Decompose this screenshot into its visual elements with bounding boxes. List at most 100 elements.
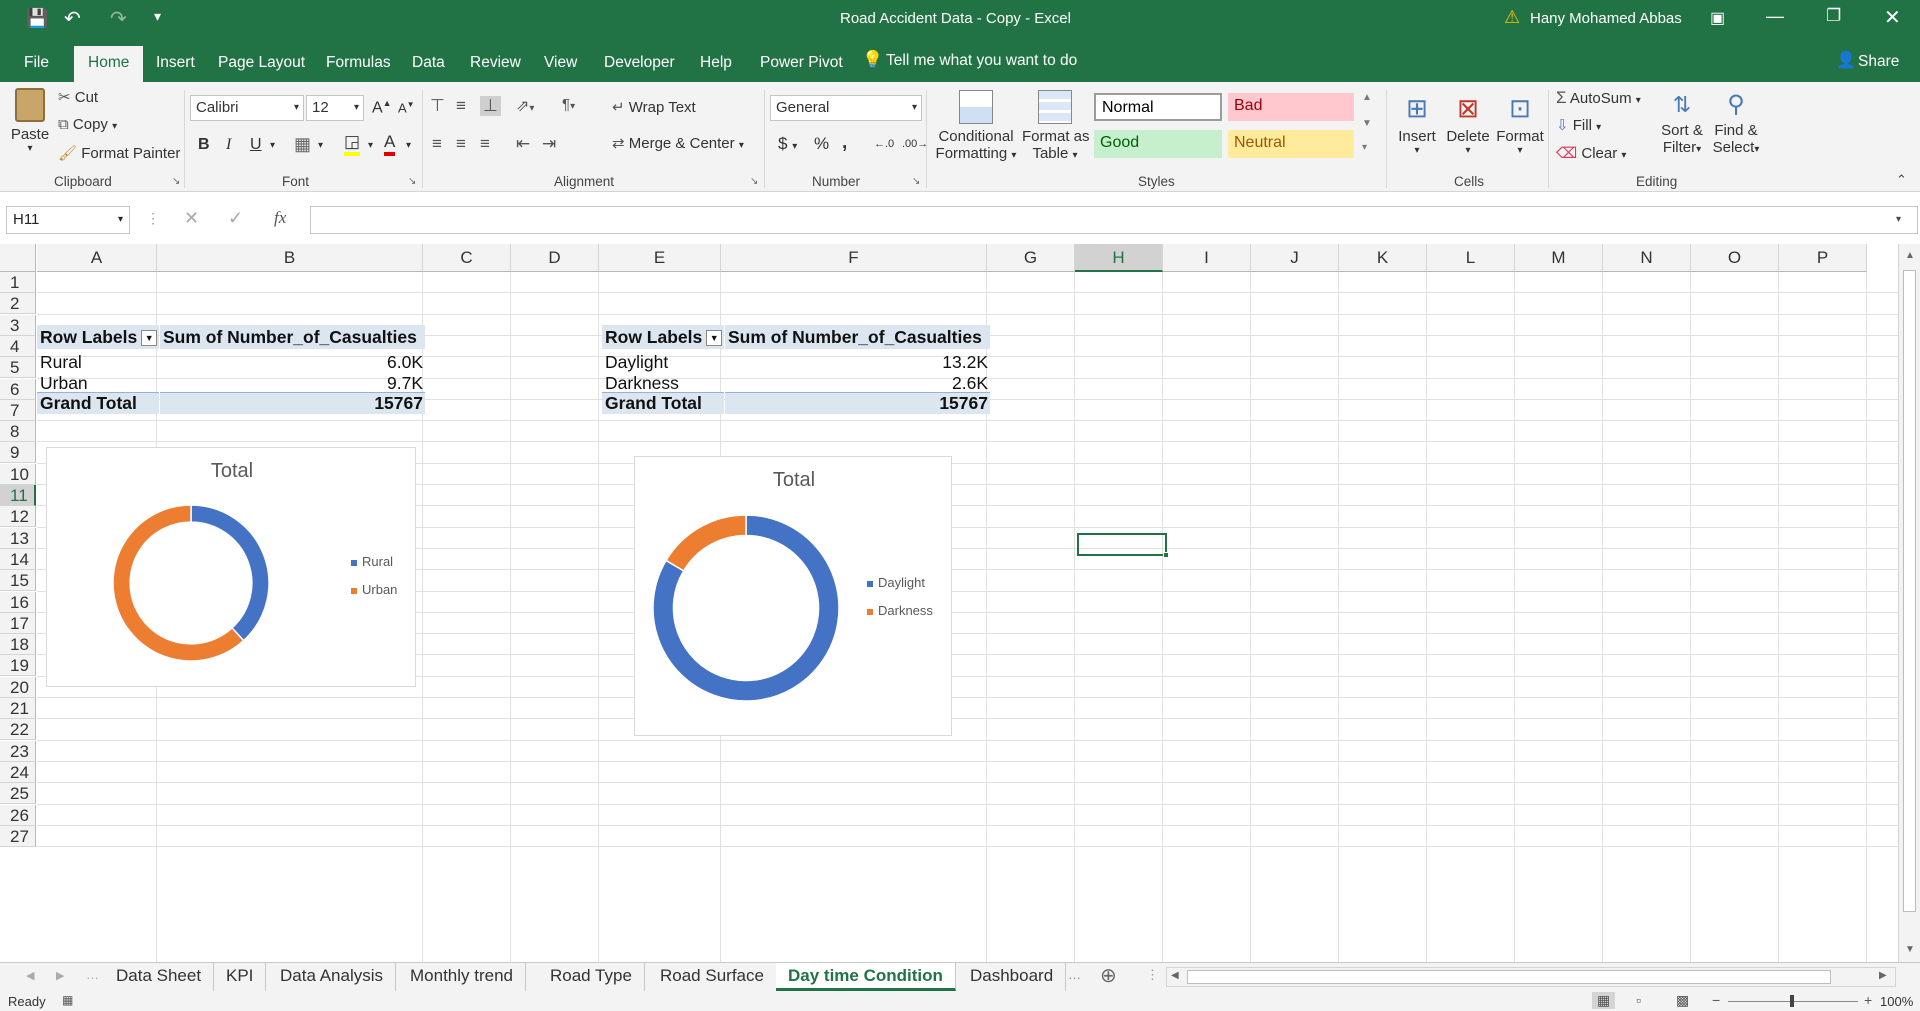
donut-slice-rural[interactable] — [190, 504, 270, 642]
column-header-f[interactable]: F — [721, 244, 987, 272]
column-header-m[interactable]: M — [1515, 244, 1603, 272]
active-cell-h11[interactable] — [1077, 533, 1167, 556]
decrease-decimal-icon[interactable]: .00→ — [902, 138, 928, 150]
row-header-27[interactable]: 27 — [0, 826, 36, 848]
column-header-n[interactable]: N — [1603, 244, 1691, 272]
sheet-tab-road-surface[interactable]: Road Surface — [648, 963, 777, 991]
align-bottom-icon[interactable]: ⊥ — [480, 96, 501, 116]
zoom-out-icon[interactable]: − — [1712, 992, 1720, 1008]
tell-me-search[interactable]: Tell me what you want to do — [886, 52, 1077, 70]
scroll-thumb[interactable] — [1903, 270, 1916, 912]
vertical-scrollbar[interactable]: ▲ ▼ — [1898, 244, 1920, 966]
format-cells-button[interactable]: ⊡ Format ▾ — [1494, 90, 1546, 156]
restore-icon[interactable]: ❐ — [1826, 6, 1841, 26]
font-size-dropdown[interactable]: 12 ▾ — [306, 95, 364, 121]
pivot1-grand-total-label[interactable]: Grand Total — [37, 392, 159, 414]
autosum-button[interactable]: Σ AutoSum ▾ — [1556, 88, 1641, 108]
fill-handle[interactable] — [1163, 552, 1169, 558]
italic-button[interactable]: I — [226, 136, 231, 154]
paragraph-icon[interactable]: ¶▾ — [562, 96, 575, 113]
row-header-7[interactable]: 7 — [0, 400, 36, 422]
column-header-g[interactable]: G — [987, 244, 1075, 272]
row-header-2[interactable]: 2 — [0, 293, 36, 315]
tab-review[interactable]: Review — [462, 46, 529, 82]
row-header-15[interactable]: 15 — [0, 570, 36, 592]
row-header-5[interactable]: 5 — [0, 357, 36, 379]
align-right-icon[interactable]: ≡ — [480, 134, 490, 154]
align-top-icon[interactable]: ⊤ — [430, 96, 445, 116]
underline-dropdown-icon[interactable]: ▾ — [270, 140, 275, 151]
row-header-14[interactable]: 14 — [0, 549, 36, 571]
merge-center-button[interactable]: ⇄ Merge & Center ▾ — [612, 134, 744, 152]
column-header-e[interactable]: E — [599, 244, 721, 272]
tab-formulas[interactable]: Formulas — [318, 46, 399, 82]
font-color-icon[interactable]: A — [384, 132, 396, 156]
tab-view[interactable]: View — [536, 46, 585, 82]
close-icon[interactable]: ✕ — [1884, 5, 1901, 30]
select-all-corner[interactable] — [0, 244, 36, 272]
pivot1-value-header[interactable]: Sum of Number_of_Casualties — [160, 325, 425, 349]
fill-button[interactable]: ⇩ Fill ▾ — [1556, 116, 1601, 134]
styles-scroll-down-icon[interactable]: ▼ — [1362, 118, 1372, 129]
scroll-left-icon[interactable]: ◀ — [1171, 970, 1179, 981]
percent-button[interactable]: % — [814, 134, 829, 154]
row-header-3[interactable]: 3 — [0, 315, 36, 337]
chart-2[interactable]: Total Daylight Darkness — [634, 456, 952, 736]
share-button[interactable]: Share — [1858, 53, 1899, 71]
row-header-17[interactable]: 17 — [0, 613, 36, 635]
column-header-i[interactable]: I — [1163, 244, 1251, 272]
row-header-26[interactable]: 26 — [0, 805, 36, 827]
currency-button[interactable]: $ ▾ — [778, 134, 797, 154]
ribbon-display-icon[interactable]: ▣ — [1710, 8, 1725, 28]
pivot1-row-labels-header[interactable]: Row Labels ▼ — [37, 325, 159, 349]
row-header-23[interactable]: 23 — [0, 741, 36, 763]
cut-button[interactable]: ✂ Cut — [58, 88, 98, 106]
style-normal[interactable]: Normal — [1094, 93, 1222, 121]
fill-color-dropdown-icon[interactable]: ▾ — [368, 140, 373, 151]
formula-input[interactable] — [310, 206, 1918, 234]
row-header-19[interactable]: 19 — [0, 655, 36, 677]
fill-color-icon[interactable]: ◲ — [344, 132, 361, 156]
tab-developer[interactable]: Developer — [596, 46, 683, 82]
orientation-icon[interactable]: ⇗▾ — [516, 96, 534, 116]
new-sheet-icon[interactable]: ⊕ — [1100, 963, 1117, 988]
zoom-level[interactable]: 100% — [1880, 994, 1913, 1009]
expand-formula-bar-icon[interactable]: ▾ — [1896, 214, 1901, 225]
redo-icon[interactable]: ↷ — [110, 6, 127, 31]
dialog-launcher-icon[interactable]: ↘ — [172, 176, 180, 187]
page-layout-view-icon[interactable]: ▫ — [1636, 992, 1641, 1008]
delete-cells-button[interactable]: ⊠ Delete ▾ — [1442, 90, 1494, 156]
column-header-c[interactable]: C — [423, 244, 511, 272]
dialog-launcher-icon[interactable]: ↘ — [912, 176, 920, 187]
align-left-icon[interactable]: ≡ — [432, 134, 442, 154]
underline-button[interactable]: U — [250, 136, 262, 154]
sheet-tab-data-sheet[interactable]: Data Sheet — [104, 963, 215, 991]
filter-dropdown-icon[interactable]: ▼ — [141, 330, 158, 347]
insert-cells-button[interactable]: ⊞ Insert ▾ — [1392, 90, 1442, 156]
column-header-o[interactable]: O — [1691, 244, 1779, 272]
save-icon[interactable]: 💾 — [26, 8, 48, 29]
sheet-tab-monthly-trend[interactable]: Monthly trend — [398, 963, 526, 991]
scroll-right-icon[interactable]: ▶ — [1879, 970, 1887, 981]
format-painter-button[interactable]: 🖌 Format Painter — [58, 144, 180, 162]
tab-help[interactable]: Help — [692, 46, 740, 82]
normal-view-icon[interactable]: ▦ — [1592, 992, 1616, 1009]
pivot2-value-header[interactable]: Sum of Number_of_Casualties — [725, 325, 990, 349]
tab-home[interactable]: Home — [74, 46, 144, 82]
enter-entry-icon[interactable]: ✓ — [228, 208, 243, 229]
customize-qat-icon[interactable]: ▾ — [154, 8, 161, 25]
sheet-tab-day-time-condition[interactable]: Day time Condition — [776, 963, 956, 991]
borders-dropdown-icon[interactable]: ▾ — [318, 140, 323, 151]
minimize-icon[interactable]: — — [1766, 6, 1784, 27]
row-header-18[interactable]: 18 — [0, 634, 36, 656]
row-header-4[interactable]: 4 — [0, 336, 36, 358]
sheet-scroll-left-icon[interactable]: ◀ — [26, 969, 34, 982]
styles-more-icon[interactable]: ▾ — [1362, 142, 1367, 153]
styles-scroll-up-icon[interactable]: ▲ — [1362, 92, 1372, 103]
find-select-button[interactable]: ⚲ Find & Select▾ — [1710, 88, 1762, 156]
column-header-p[interactable]: P — [1779, 244, 1867, 272]
tab-file[interactable]: File — [16, 46, 57, 82]
tab-data[interactable]: Data — [404, 46, 453, 82]
pivot1-grand-total-value[interactable]: 15767 — [160, 392, 425, 414]
row-header-16[interactable]: 16 — [0, 592, 36, 614]
